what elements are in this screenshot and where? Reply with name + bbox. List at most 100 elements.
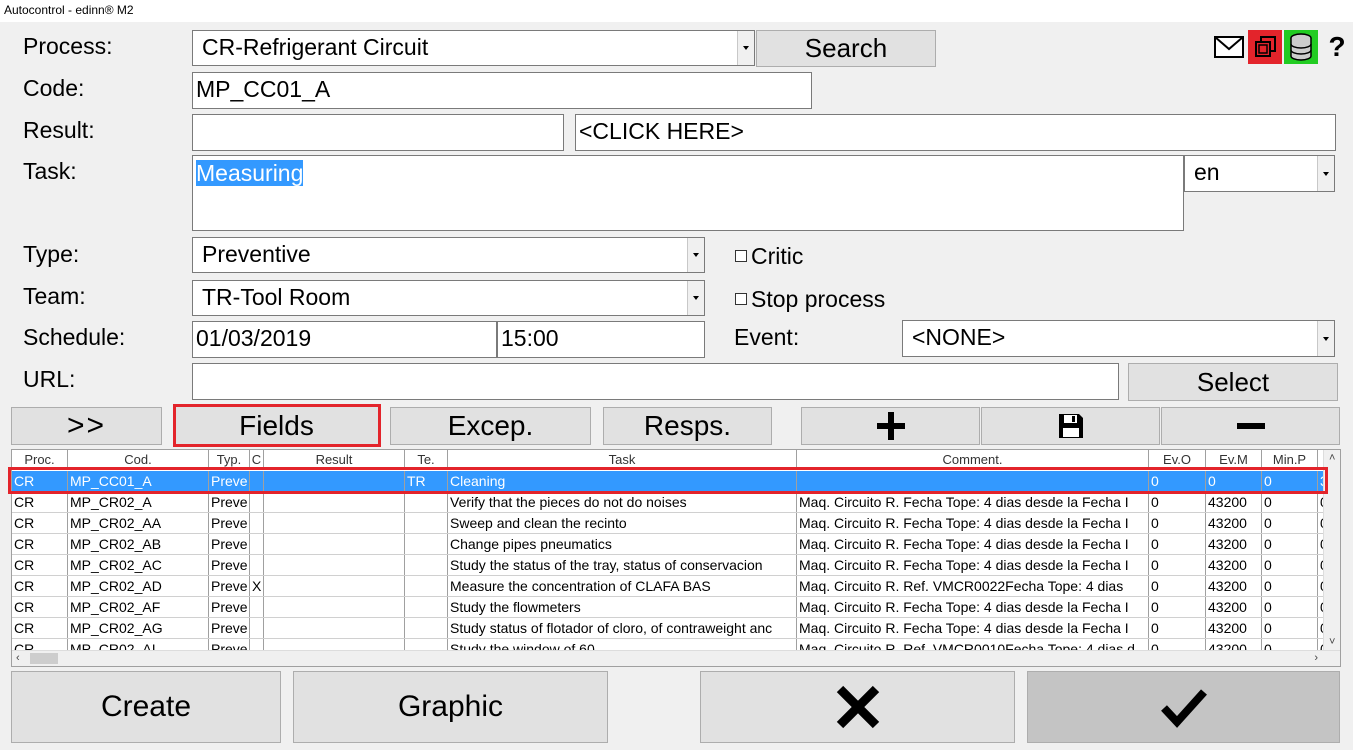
horizontal-scrollbar[interactable]: ‹ ›: [12, 650, 1340, 666]
save-button[interactable]: [981, 407, 1160, 445]
column-header[interactable]: Task: [448, 450, 797, 470]
table-cell: [250, 492, 264, 512]
table-cell: Maq. Circuito R. Fecha Tope: 4 dias desd…: [797, 534, 1149, 554]
type-select[interactable]: Preventive: [192, 237, 705, 273]
checkbox-box[interactable]: [735, 250, 747, 262]
table-row[interactable]: CR MP_CR02_AD Preve X Measure the concentrat…: [12, 576, 1338, 597]
column-header[interactable]: Typ.: [209, 450, 250, 470]
responsibles-button[interactable]: Resps.: [603, 407, 772, 445]
url-input[interactable]: [192, 363, 1119, 400]
grid-rows: CRMP_CC01_APreveTRCleaning0003CRMP_CR02_…: [12, 471, 1338, 660]
table-cell: 0: [1149, 534, 1206, 554]
table-cell: Study the status of the tray, status of …: [448, 555, 797, 575]
schedule-date-input[interactable]: 01/03/2019: [192, 321, 497, 358]
table-cell: [250, 513, 264, 533]
column-header[interactable]: Proc.: [12, 450, 68, 470]
process-select[interactable]: CR-Refrigerant Circuit: [192, 30, 755, 66]
table-cell: 0: [1149, 513, 1206, 533]
result-click-field[interactable]: <CLICK HERE>: [575, 114, 1336, 151]
code-label: Code:: [23, 75, 85, 101]
checkbox-box[interactable]: [735, 293, 747, 305]
table-cell: 0: [1262, 513, 1318, 533]
select-button[interactable]: Select: [1128, 363, 1338, 401]
table-cell: Preve: [209, 492, 250, 512]
exceptions-button[interactable]: Excep.: [390, 407, 591, 445]
team-label: Team:: [23, 283, 86, 309]
table-row[interactable]: CR MP_CR02_AG Preve Study status of flotado…: [12, 618, 1338, 639]
add-button[interactable]: [801, 407, 980, 445]
critic-checkbox[interactable]: Critic: [735, 242, 803, 270]
search-button[interactable]: Search: [756, 30, 936, 67]
table-cell: TR: [405, 471, 448, 491]
scroll-thumb[interactable]: [30, 653, 58, 664]
table-cell: [264, 513, 405, 533]
table-row[interactable]: CR MP_CR02_AC Preve Study the status of the…: [12, 555, 1338, 576]
graphic-button[interactable]: Graphic: [293, 671, 608, 743]
create-button[interactable]: Create: [11, 671, 281, 743]
code-input[interactable]: MP_CC01_A: [192, 72, 812, 109]
chevron-down-icon[interactable]: [687, 238, 704, 272]
table-cell: 43200: [1206, 618, 1262, 638]
fields-button[interactable]: Fields: [173, 405, 380, 447]
language-select[interactable]: en: [1184, 155, 1335, 192]
table-cell: Preve: [209, 534, 250, 554]
records-grid[interactable]: Proc. Cod. Typ. C Result Te. Task Comment. Ev.O E…: [11, 449, 1341, 667]
task-label: Task:: [23, 158, 77, 184]
team-select[interactable]: TR-Tool Room: [192, 280, 705, 316]
cancel-button[interactable]: [700, 671, 1015, 743]
chevron-down-icon[interactable]: [1317, 321, 1334, 356]
event-label: Event:: [734, 324, 800, 350]
type-label: Type:: [23, 241, 80, 267]
column-header[interactable]: Min.P: [1262, 450, 1318, 470]
chevron-down-icon[interactable]: [737, 31, 754, 65]
scroll-up-icon[interactable]: ˄: [1329, 452, 1335, 464]
plus-icon: [876, 412, 905, 440]
task-textarea[interactable]: Measuring: [192, 155, 1184, 231]
column-header[interactable]: Te.: [405, 450, 448, 470]
table-row[interactable]: CR MP_CR02_AB Preve Change pipes pneumatics…: [12, 534, 1338, 555]
table-cell: 0: [1262, 534, 1318, 554]
table-cell: X: [250, 576, 264, 596]
expand-button[interactable]: >>: [11, 407, 162, 445]
table-cell: 43200: [1206, 576, 1262, 596]
table-cell: Cleaning: [448, 471, 797, 491]
vertical-scrollbar[interactable]: ˄ ˅: [1323, 450, 1340, 650]
chevron-down-icon[interactable]: [687, 281, 704, 315]
table-row[interactable]: CRMP_CC01_APreveTRCleaning0003: [12, 471, 1338, 492]
remove-button[interactable]: [1161, 407, 1340, 445]
table-cell: 0: [1149, 555, 1206, 575]
column-header[interactable]: Ev.M: [1206, 450, 1262, 470]
result-label: Result:: [23, 117, 95, 143]
column-header[interactable]: Ev.O: [1149, 450, 1206, 470]
table-cell: 43200: [1206, 492, 1262, 512]
table-cell: CR: [12, 576, 68, 596]
event-select[interactable]: <NONE>: [902, 320, 1335, 357]
grid-header: Proc. Cod. Typ. C Result Te. Task Comment. Ev.O E…: [12, 450, 1338, 470]
column-header[interactable]: Cod.: [68, 450, 209, 470]
table-cell: MP_CR02_AG: [68, 618, 209, 638]
help-icon[interactable]: ?: [1322, 30, 1352, 64]
scroll-left-icon[interactable]: ‹: [16, 652, 20, 664]
windows-icon[interactable]: [1248, 30, 1282, 64]
table-cell: Preve: [209, 576, 250, 596]
column-header[interactable]: C: [250, 450, 264, 470]
scroll-down-icon[interactable]: ˅: [1329, 636, 1335, 648]
scroll-right-icon[interactable]: ›: [1314, 652, 1318, 664]
mail-icon[interactable]: [1212, 30, 1246, 64]
table-cell: Measure the concentration of CLAFA BAS: [448, 576, 797, 596]
table-row[interactable]: CR MP_CR02_A Preve Verify that the pieces d…: [12, 492, 1338, 513]
confirm-button[interactable]: [1027, 671, 1340, 743]
table-row[interactable]: CR MP_CR02_AA Preve Sweep and clean the rec…: [12, 513, 1338, 534]
critic-label: Critic: [751, 242, 804, 269]
table-cell: [250, 597, 264, 617]
column-header[interactable]: Comment.: [797, 450, 1149, 470]
result-input[interactable]: [192, 114, 564, 151]
database-icon[interactable]: [1284, 30, 1318, 64]
chevron-down-icon[interactable]: [1317, 156, 1334, 191]
stop-process-checkbox[interactable]: Stop process: [735, 285, 885, 313]
table-cell: MP_CR02_AF: [68, 597, 209, 617]
table-cell: [405, 618, 448, 638]
column-header[interactable]: Result: [264, 450, 405, 470]
table-row[interactable]: CR MP_CR02_AF Preve Study the flowmeters Maq…: [12, 597, 1338, 618]
schedule-time-input[interactable]: 15:00: [497, 321, 705, 358]
